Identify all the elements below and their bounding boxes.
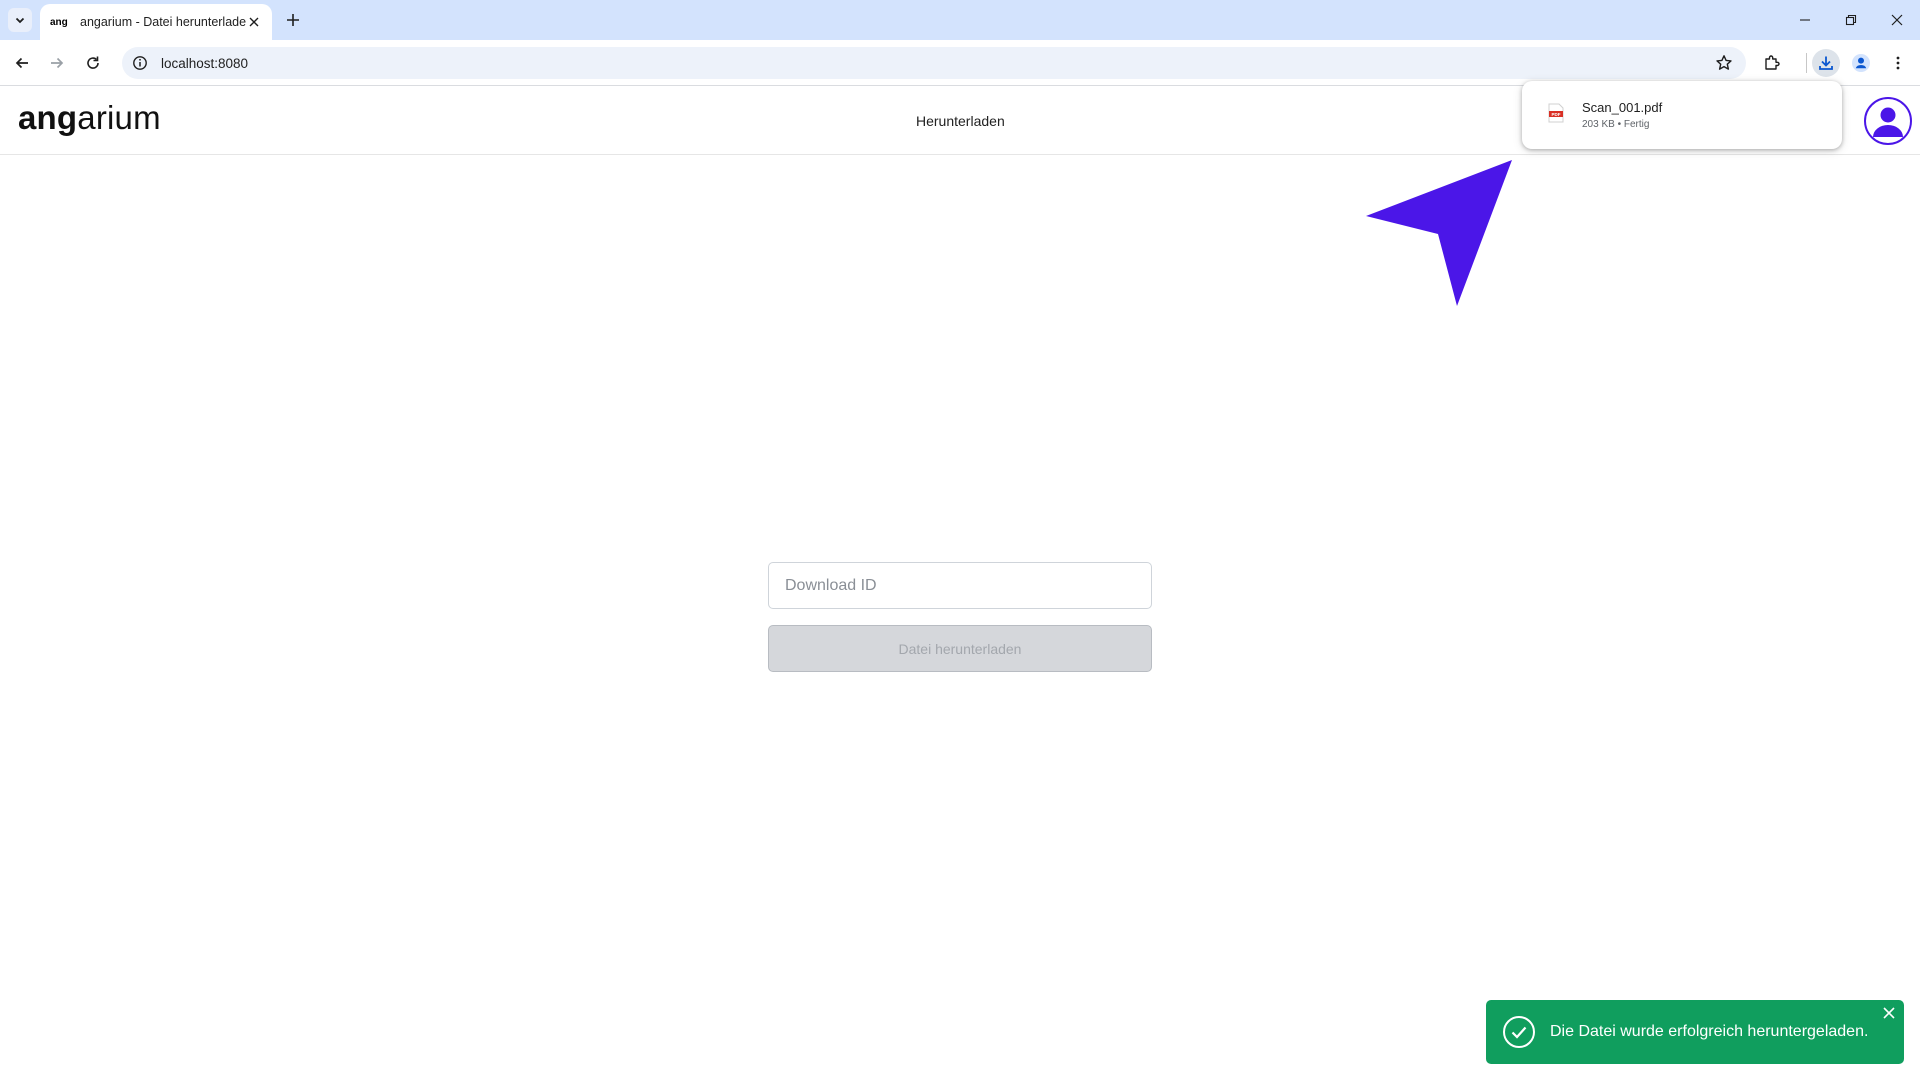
tab-title: angarium - Datei herunterladen — [80, 15, 246, 29]
browser-toolbar: localhost:8080 — [0, 40, 1920, 86]
browser-menu-button[interactable] — [1884, 49, 1912, 77]
close-icon — [1891, 14, 1903, 26]
download-id-input[interactable] — [768, 562, 1152, 609]
minimize-window-button[interactable] — [1782, 0, 1828, 40]
download-icon — [1819, 56, 1833, 70]
arrow-right-icon — [51, 57, 64, 69]
bookmark-star-icon[interactable] — [1714, 53, 1734, 73]
restore-icon — [1845, 14, 1857, 26]
download-form: Datei herunterladen — [768, 562, 1152, 672]
chevron-down-icon — [15, 17, 25, 24]
address-bar[interactable]: localhost:8080 — [122, 47, 1746, 79]
forward-button[interactable] — [43, 49, 71, 77]
close-icon — [249, 17, 259, 27]
success-toast: Die Datei wurde erfolgreich heruntergela… — [1486, 1000, 1904, 1064]
svg-text:PDF: PDF — [1552, 112, 1561, 117]
restore-window-button[interactable] — [1828, 0, 1874, 40]
user-profile-button[interactable] — [1864, 97, 1912, 145]
address-url: localhost:8080 — [161, 55, 249, 71]
downloads-button[interactable] — [1812, 49, 1840, 77]
download-file-button[interactable]: Datei herunterladen — [768, 625, 1152, 672]
pdf-file-icon: PDF — [1548, 103, 1564, 123]
plus-icon — [287, 14, 299, 26]
pointer-arrow-icon — [1366, 160, 1512, 306]
close-window-button[interactable] — [1874, 0, 1920, 40]
reload-icon — [87, 56, 99, 69]
tab-favicon: ang — [50, 16, 68, 28]
toast-message: Die Datei wurde erfolgreich heruntergela… — [1550, 1023, 1869, 1040]
check-circle-icon — [1503, 1016, 1535, 1048]
site-info-icon[interactable] — [131, 54, 149, 72]
profile-icon — [1852, 54, 1870, 72]
tab-close-button[interactable] — [246, 14, 262, 30]
browser-profile-button[interactable] — [1847, 49, 1875, 77]
download-file-meta: 203 KB • Fertig — [1582, 119, 1650, 130]
more-vertical-icon — [1896, 56, 1900, 70]
user-avatar-icon — [1873, 107, 1903, 137]
back-button[interactable] — [8, 49, 36, 77]
arrow-left-icon — [15, 57, 28, 69]
logo-regular-part: arium — [77, 99, 161, 136]
download-bubble: PDF Scan_001.pdf 203 KB • Fertig — [1522, 81, 1842, 149]
download-file-name[interactable]: Scan_001.pdf — [1582, 100, 1662, 115]
extensions-button[interactable] — [1758, 49, 1786, 77]
reload-button[interactable] — [79, 49, 107, 77]
angarium-logo[interactable]: angarium — [18, 99, 161, 137]
browser-tab-active[interactable]: ang angarium - Datei herunterladen — [40, 4, 272, 40]
new-tab-button[interactable] — [282, 9, 304, 31]
nav-link-download[interactable]: Herunterladen — [916, 113, 1005, 129]
toast-close-icon[interactable] — [1882, 1006, 1896, 1020]
minimize-icon — [1800, 19, 1810, 21]
puzzle-icon — [1765, 55, 1780, 70]
browser-tab-bar: ang angarium - Datei herunterladen — [0, 0, 1920, 40]
logo-bold-part: ang — [18, 99, 78, 136]
tab-search-button[interactable] — [8, 8, 32, 32]
toolbar-divider — [1806, 53, 1807, 73]
